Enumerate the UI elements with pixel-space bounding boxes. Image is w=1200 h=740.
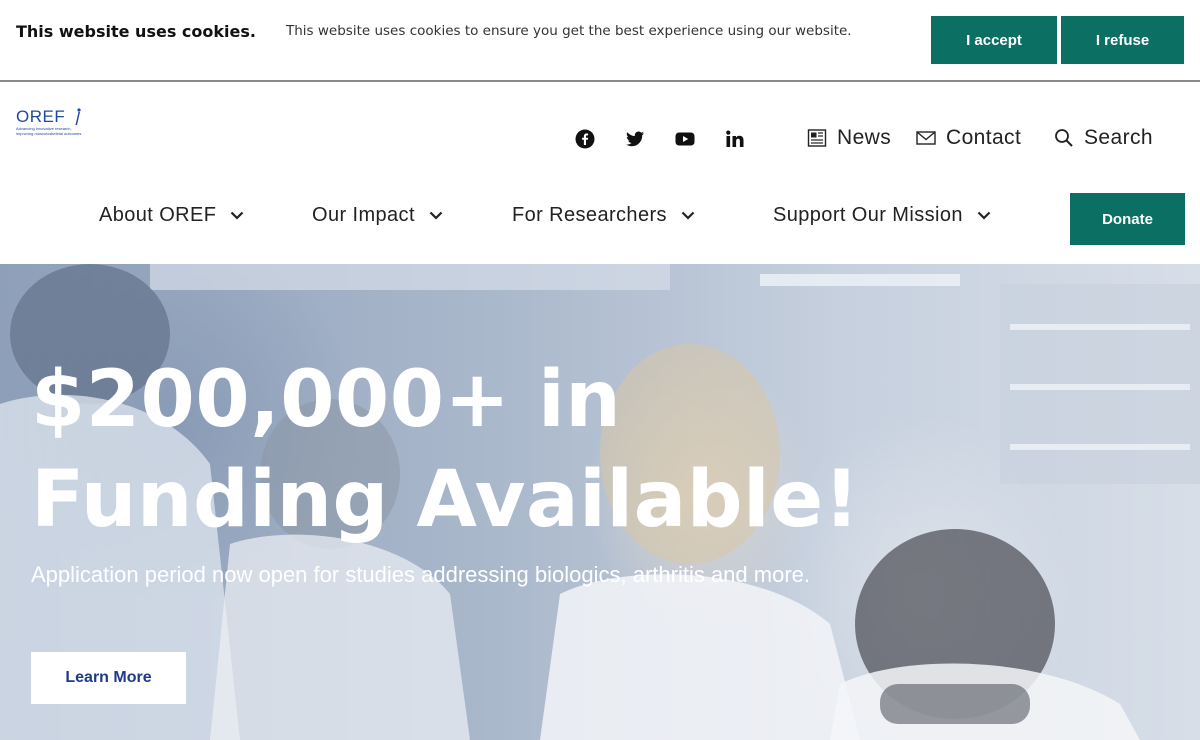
twitter-link[interactable]: [624, 128, 646, 150]
chevron-down-icon: [429, 211, 443, 220]
hero-banner: $200,000+ in Funding Available! Applicat…: [0, 264, 1200, 740]
twitter-icon: [626, 131, 644, 147]
chevron-down-icon: [977, 211, 991, 220]
nav-about-oref-label: About OREF: [99, 204, 217, 226]
cookie-banner: This website uses cookies. This website …: [0, 0, 1200, 82]
nav-our-impact-label: Our Impact: [312, 204, 415, 226]
chevron-down-icon: [681, 211, 695, 220]
search-icon: [1055, 129, 1073, 147]
search-label: Search: [1084, 126, 1153, 149]
linkedin-link[interactable]: [724, 128, 746, 150]
cookie-message: This website uses cookies to ensure you …: [286, 23, 852, 39]
accept-cookies-button[interactable]: I accept: [931, 16, 1057, 64]
youtube-link[interactable]: [674, 128, 696, 150]
search-link[interactable]: Search: [1054, 126, 1153, 150]
logo-figure-icon: [75, 108, 81, 125]
contact-link[interactable]: Contact: [916, 126, 1021, 150]
news-label: News: [837, 126, 892, 149]
facebook-link[interactable]: [574, 128, 596, 150]
hero-subtitle: Application period now open for studies …: [31, 562, 810, 587]
nav-for-researchers[interactable]: For Researchers: [512, 204, 695, 227]
nav-support-our-mission[interactable]: Support Our Mission: [773, 204, 991, 227]
chevron-down-icon: [231, 211, 244, 220]
newspaper-icon: [807, 129, 827, 147]
youtube-icon: [675, 132, 695, 146]
envelope-icon: [916, 131, 936, 145]
facebook-icon: [575, 129, 595, 149]
site-logo[interactable]: OREF Advancing innovative research, impr…: [16, 108, 86, 142]
hero-title: $200,000+ in Funding Available!: [31, 355, 860, 545]
linkedin-icon: [726, 130, 744, 147]
logo-tagline: Advancing innovative research, improving…: [16, 126, 82, 136]
nav-our-impact[interactable]: Our Impact: [312, 204, 443, 227]
nav-about-oref[interactable]: About OREF: [99, 204, 244, 227]
refuse-cookies-button[interactable]: I refuse: [1061, 16, 1184, 64]
donate-button[interactable]: Donate: [1070, 193, 1185, 245]
nav-for-researchers-label: For Researchers: [512, 204, 667, 226]
news-link[interactable]: News: [807, 126, 891, 150]
nav-support-our-mission-label: Support Our Mission: [773, 204, 963, 226]
cookie-title: This website uses cookies.: [16, 22, 256, 41]
contact-label: Contact: [946, 126, 1022, 149]
learn-more-button[interactable]: Learn More: [31, 652, 186, 704]
